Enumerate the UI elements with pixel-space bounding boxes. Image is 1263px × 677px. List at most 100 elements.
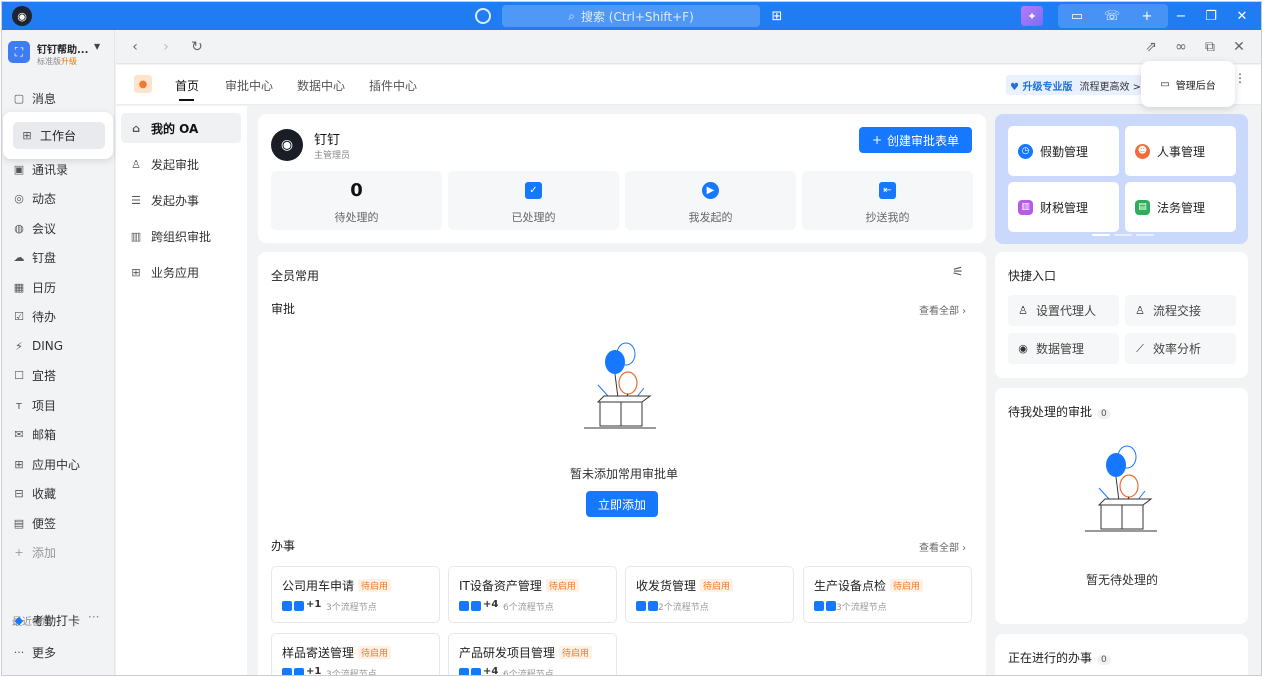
- nav-item-messages[interactable]: ▢ 消息: [2, 84, 115, 112]
- user-avatar: ◉: [271, 129, 303, 161]
- nav-item-app-center[interactable]: ⊞ 应用中心: [2, 450, 115, 478]
- stat-cc[interactable]: ⇤ 抄送我的: [802, 171, 973, 230]
- nav-item-todo[interactable]: ☑ 待办: [2, 302, 115, 330]
- stat-value: 0: [350, 180, 363, 201]
- oa-tab-bar: ● 首页 审批中心 数据中心 插件中心 ♥ 升级专业版 流程更高效 > ⋮: [116, 65, 1261, 105]
- nav-item-notes[interactable]: ▤ 便签: [2, 509, 115, 537]
- nav-item-yida[interactable]: ☐ 宜搭: [2, 361, 115, 389]
- tab-plugin-center[interactable]: 插件中心: [369, 77, 417, 94]
- status-badge: 待启用: [559, 646, 593, 659]
- nav-label: 动态: [32, 191, 57, 206]
- minimize-icon[interactable]: −: [1172, 7, 1190, 25]
- close-tab-icon[interactable]: ✕: [1229, 37, 1249, 57]
- nav-item-workbench-highlight: ⊞ 工作台: [3, 112, 113, 159]
- create-form-button[interactable]: + 创建审批表单: [859, 127, 972, 153]
- admin-console-button[interactable]: ▭ 管理后台: [1141, 61, 1235, 107]
- stat-pending[interactable]: 0 待处理的: [271, 171, 442, 230]
- process-card[interactable]: 生产设备点检 待启用 3个流程节点: [803, 566, 972, 623]
- open-window-icon[interactable]: ⧉: [1200, 37, 1220, 57]
- process-nodes: 6个流程节点: [503, 670, 554, 676]
- link-icon[interactable]: ∞: [1171, 37, 1191, 57]
- carousel-dots[interactable]: [1092, 234, 1154, 236]
- call-icon[interactable]: ☏: [1103, 7, 1121, 25]
- submenu-cross-org-approval[interactable]: ▥ 跨组织审批: [121, 221, 241, 251]
- nav-item-add[interactable]: + 添加: [2, 538, 115, 566]
- tab-approval-center[interactable]: 审批中心: [225, 77, 273, 94]
- recent-item-attendance[interactable]: ◆ 考勤打卡: [2, 606, 115, 634]
- global-search-input[interactable]: ⌕ 搜索 (Ctrl+Shift+F): [502, 5, 760, 27]
- process-member-more: +1: [306, 666, 322, 676]
- tasks-see-all-link[interactable]: 查看全部 ›: [919, 539, 966, 554]
- history-icon[interactable]: [475, 8, 491, 24]
- app-attendance-management[interactable]: ◷ 假勤管理: [1008, 126, 1119, 176]
- nav-item-favorites[interactable]: ⊟ 收藏: [2, 479, 115, 507]
- org-name[interactable]: 钉钉帮助...: [37, 41, 88, 56]
- nav-item-meeting[interactable]: ◍ 会议: [2, 214, 115, 242]
- upgrade-pro-banner[interactable]: ♥ 升级专业版 流程更高效 >: [1006, 75, 1146, 95]
- cc-icon: ⇤: [879, 182, 896, 199]
- ai-assistant-icon[interactable]: ✦: [1021, 6, 1043, 26]
- submenu-start-task[interactable]: ☰ 发起办事: [121, 185, 241, 215]
- nav-item-contacts[interactable]: ▣ 通讯录: [2, 155, 115, 183]
- app-hr-management[interactable]: ☻ 人事管理: [1125, 126, 1236, 176]
- stat-processed[interactable]: ✓ 已处理的: [448, 171, 619, 230]
- nav-item-calendar[interactable]: ▦ 日历: [2, 273, 115, 301]
- search-placeholder: 搜索 (Ctrl+Shift+F): [580, 9, 694, 24]
- settings-sliders-icon[interactable]: ⚟: [952, 265, 964, 280]
- share-icon[interactable]: ⇗: [1141, 37, 1161, 57]
- app-label: 财税管理: [1040, 200, 1089, 215]
- user-role: 主管理员: [314, 151, 351, 161]
- status-badge: 待启用: [358, 579, 392, 592]
- yida-icon: ☐: [14, 368, 24, 382]
- quick-process-handover[interactable]: ♙ 流程交接: [1125, 295, 1236, 326]
- submenu-business-apps[interactable]: ⊞ 业务应用: [121, 257, 241, 287]
- status-badge: 待启用: [890, 579, 924, 592]
- quick-data-management[interactable]: ◉ 数据管理: [1008, 333, 1119, 364]
- tab-data-center[interactable]: 数据中心: [297, 77, 345, 94]
- back-icon[interactable]: ‹: [125, 37, 145, 57]
- submenu-my-oa[interactable]: ⌂ 我的 OA: [121, 113, 241, 143]
- org-upgrade-link[interactable]: 升级: [61, 57, 77, 66]
- process-card[interactable]: 样品寄送管理 待启用 +1 3个流程节点: [271, 633, 440, 676]
- forward-icon[interactable]: ›: [156, 37, 176, 57]
- restore-icon[interactable]: ❐: [1202, 7, 1220, 25]
- favorites-icon: ⊟: [14, 486, 24, 500]
- app-grid-icon[interactable]: ⊞: [768, 7, 786, 25]
- new-plus-icon[interactable]: +: [1138, 7, 1156, 25]
- in-progress-count: 0: [1097, 655, 1111, 665]
- nav-item-more[interactable]: ··· 更多: [2, 638, 115, 666]
- quick-efficiency-analysis[interactable]: ⟋ 效率分析: [1125, 333, 1236, 364]
- nav-item-ding[interactable]: ⚡ DING: [2, 332, 115, 360]
- submenu-start-approval[interactable]: ♙ 发起审批: [121, 149, 241, 179]
- nav-item-project[interactable]: ᴛ 项目: [2, 391, 115, 419]
- nav-item-mail[interactable]: ✉ 邮箱: [2, 420, 115, 448]
- nav-label: 添加: [32, 545, 57, 560]
- refresh-icon[interactable]: ↻: [187, 37, 207, 57]
- process-card[interactable]: IT设备资产管理 待启用 +4 6个流程节点: [448, 566, 617, 623]
- stat-initiated[interactable]: ▶ 我发起的: [625, 171, 796, 230]
- approval-empty-text: 暂未添加常用审批单: [570, 467, 679, 481]
- common-card: 全员常用 ⚟ 审批 查看全部 › 暂未添加常用审批单 立即添加 办事 查看全部 …: [258, 252, 986, 676]
- add-now-button[interactable]: 立即添加: [586, 491, 658, 517]
- quick-set-proxy[interactable]: ♙ 设置代理人: [1008, 295, 1119, 326]
- tab-home[interactable]: 首页: [175, 77, 199, 94]
- user-name: 钉钉: [314, 133, 341, 148]
- approval-see-all-link[interactable]: 查看全部 ›: [919, 302, 966, 317]
- nav-item-drive[interactable]: ☁ 钉盘: [2, 243, 115, 271]
- app-finance-management[interactable]: ▥ 财税管理: [1008, 182, 1119, 232]
- process-card[interactable]: 公司用车申请 待启用 +1 3个流程节点: [271, 566, 440, 623]
- more-options-icon[interactable]: ⋮: [1234, 71, 1246, 85]
- process-name: IT设备资产管理: [459, 579, 542, 593]
- app-legal-management[interactable]: ▤ 法务管理: [1125, 182, 1236, 232]
- close-window-icon[interactable]: ✕: [1233, 7, 1251, 25]
- process-nodes: 3个流程节点: [836, 603, 887, 613]
- process-card[interactable]: 产品研发项目管理 待启用 +4 6个流程节点: [448, 633, 617, 676]
- nav-item-feed[interactable]: ◎ 动态: [2, 184, 115, 212]
- org-avatar[interactable]: ⛶: [8, 41, 30, 63]
- process-card[interactable]: 收发货管理 待启用 2个流程节点: [625, 566, 794, 623]
- nav-label: 消息: [32, 91, 57, 106]
- org-dropdown-icon[interactable]: ▼: [94, 42, 100, 51]
- screen-share-icon[interactable]: ▭: [1068, 7, 1086, 25]
- contacts-icon: ▣: [13, 162, 25, 176]
- nav-item-workbench[interactable]: ⊞ 工作台: [13, 122, 105, 149]
